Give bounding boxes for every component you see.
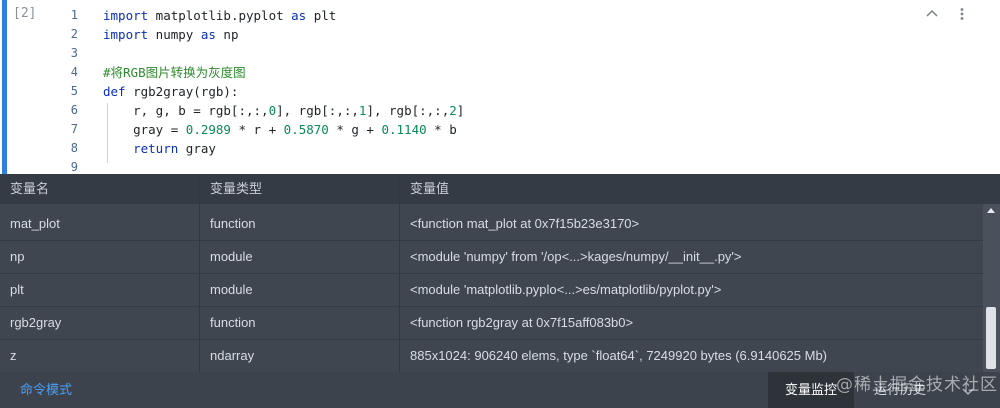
variable-type: module	[210, 249, 253, 264]
line-number: 4	[70, 65, 78, 79]
code-token: ]	[456, 103, 465, 118]
variable-name: np	[10, 249, 25, 264]
vertical-scrollbar[interactable]	[983, 204, 1000, 372]
code-token: ], rgb[:,:,	[366, 103, 450, 118]
variable-type: function	[210, 216, 256, 231]
scrollbar-thumb[interactable]	[986, 307, 996, 369]
more-vertical-icon[interactable]	[954, 6, 970, 22]
code-token: as	[200, 27, 216, 42]
code-token: return	[133, 141, 179, 156]
code-token: as	[291, 8, 307, 23]
chevron-up-icon[interactable]	[924, 6, 940, 22]
code-token: 0.2989	[185, 122, 231, 137]
code-text: import matplotlib.pyplot as plt	[103, 6, 336, 25]
code-token: 0.1140	[381, 122, 427, 137]
variable-value: 885x1024: 906240 elems, type `float64`, …	[410, 348, 828, 363]
code-text: import numpy as np	[103, 25, 238, 44]
variable-name: mat_plot	[10, 216, 60, 231]
table-row[interactable]: np module <module 'numpy' from '/op<...>…	[0, 241, 983, 274]
code-cell[interactable]: [2] 1 import matplotlib.pyplot as plt 2 imp…	[0, 0, 1000, 174]
code-line[interactable]: 3	[0, 44, 900, 63]
code-token: 2	[449, 103, 457, 118]
code-token: def	[103, 84, 126, 99]
indent-guide	[107, 103, 108, 163]
code-token: rgb2gray(rgb):	[125, 84, 239, 99]
code-line[interactable]: 5 def rgb2gray(rgb):	[0, 82, 900, 101]
bottom-status-bar: 命令模式 变量监控 运行历史	[0, 372, 1000, 408]
code-token: import	[103, 27, 149, 42]
variable-type: module	[210, 282, 253, 297]
variable-type: function	[210, 315, 256, 330]
code-token: numpy	[148, 27, 201, 42]
code-text: def rgb2gray(rgb):	[103, 82, 238, 101]
line-number: 5	[70, 84, 78, 98]
code-token: * g +	[328, 122, 382, 137]
column-header-value[interactable]: 变量值	[410, 174, 449, 204]
variable-table-body: mat_plot function <function mat_plot at …	[0, 208, 983, 373]
line-number: 8	[70, 141, 78, 155]
table-row[interactable]: z ndarray 885x1024: 906240 elems, type `…	[0, 340, 983, 373]
variable-monitor-panel: 变量名 变量类型 变量值 mat_plot function <function…	[0, 174, 1000, 373]
line-number: 7	[70, 122, 78, 136]
code-line[interactable]: 4 #将RGB图片转换为灰度图	[0, 63, 900, 82]
line-number: 3	[70, 46, 78, 60]
variable-value: <function mat_plot at 0x7f15b23e3170>	[410, 216, 640, 231]
code-token: ], rgb[:,:,	[276, 103, 359, 118]
chevron-down-icon[interactable]	[960, 383, 976, 399]
variable-value: <function rgb2gray at 0x7f15aff083b0>	[410, 315, 634, 330]
column-header-type[interactable]: 变量类型	[210, 174, 262, 204]
variable-table-header: 变量名 变量类型 变量值	[0, 174, 1000, 204]
tab-run-history[interactable]: 运行历史	[860, 372, 940, 408]
scroll-up-arrow-icon[interactable]	[987, 208, 995, 213]
column-header-name[interactable]: 变量名	[10, 174, 49, 204]
code-token: #将RGB图片转换为灰度图	[103, 65, 246, 80]
variable-name: rgb2gray	[10, 315, 62, 330]
code-line[interactable]: 2 import numpy as np	[0, 25, 900, 44]
line-number: 1	[70, 8, 78, 22]
code-token: r, g, b = rgb[:,:,	[103, 103, 269, 118]
code-editor[interactable]: 1 import matplotlib.pyplot as plt 2 import …	[0, 6, 900, 177]
table-row[interactable]: rgb2gray function <function rgb2gray at …	[0, 307, 983, 340]
code-token: * b	[426, 122, 457, 137]
table-row[interactable]: mat_plot function <function mat_plot at …	[0, 208, 983, 241]
line-number: 6	[70, 103, 78, 117]
command-mode-link[interactable]: 命令模式	[20, 372, 72, 408]
code-token: gray =	[103, 122, 186, 137]
code-token: import	[103, 8, 149, 23]
code-line[interactable]: 7 gray = 0.2989 * r + 0.5870 * g + 0.114…	[0, 120, 900, 139]
code-text: gray = 0.2989 * r + 0.5870 * g + 0.1140 …	[103, 120, 457, 139]
table-row[interactable]: plt module <module 'matplotlib.pyplo<...…	[0, 274, 983, 307]
code-line[interactable]: 8 return gray	[0, 139, 900, 158]
code-token: * r +	[230, 122, 284, 137]
code-text: return gray	[103, 139, 216, 158]
code-token: np	[215, 27, 239, 42]
variable-name: z	[10, 348, 17, 363]
code-token: 0.5870	[283, 122, 329, 137]
code-token: plt	[306, 8, 337, 23]
line-number: 2	[70, 27, 78, 41]
tab-variable-monitor[interactable]: 变量监控	[768, 372, 854, 408]
code-text: r, g, b = rgb[:,:,0], rgb[:,:,1], rgb[:,…	[103, 101, 464, 120]
code-line[interactable]: 6 r, g, b = rgb[:,:,0], rgb[:,:,1], rgb[…	[0, 101, 900, 120]
variable-value: <module 'matplotlib.pyplo<...>es/matplot…	[410, 282, 722, 297]
code-line[interactable]: 1 import matplotlib.pyplot as plt	[0, 6, 900, 25]
code-token: gray	[178, 141, 216, 156]
code-text: #将RGB图片转换为灰度图	[103, 63, 246, 82]
code-token: 0	[268, 103, 277, 118]
variable-value: <module 'numpy' from '/op<...>kages/nump…	[410, 249, 742, 264]
code-token: matplotlib.pyplot	[148, 8, 292, 23]
variable-type: ndarray	[210, 348, 255, 363]
variable-name: plt	[10, 282, 24, 297]
